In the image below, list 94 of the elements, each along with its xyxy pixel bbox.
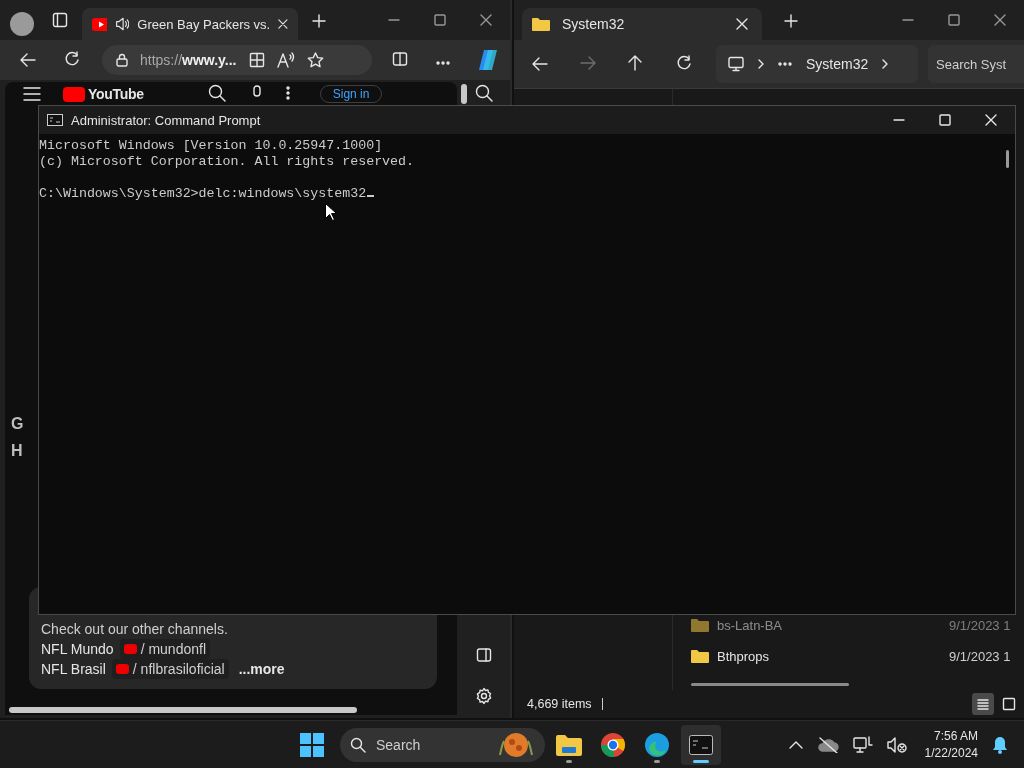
star-icon[interactable]	[306, 52, 324, 68]
console-icon	[689, 734, 713, 755]
profile-avatar[interactable]	[10, 12, 34, 36]
video-title-fragment: H	[11, 441, 23, 461]
chevron-right-icon	[882, 59, 889, 69]
tiles-view-icon	[1001, 696, 1017, 712]
edge-icon	[645, 732, 669, 757]
back-icon[interactable]	[532, 57, 548, 71]
file-name: bs-Latn-BA	[717, 617, 783, 633]
vertical-scrollbar[interactable]	[1006, 150, 1009, 168]
maximize-icon[interactable]	[948, 14, 960, 26]
search-field[interactable]: Search Syst	[928, 45, 1024, 83]
details-view-button[interactable]	[972, 693, 994, 715]
chrome-icon	[601, 732, 625, 757]
channel-name: NFL Mundo	[41, 640, 114, 659]
file-name: Bthprops	[717, 648, 770, 664]
channel-link[interactable]: / nflbrasiloficial	[111, 659, 229, 679]
refresh-icon[interactable]	[64, 50, 80, 67]
folder-icon	[691, 618, 709, 632]
start-icon[interactable]	[300, 732, 324, 757]
channel-link[interactable]: / mundonfl	[119, 639, 210, 659]
details-view-icon	[975, 696, 991, 712]
app-add-icon[interactable]	[248, 52, 265, 68]
speaker-icon	[114, 16, 130, 32]
close-icon[interactable]	[736, 18, 748, 30]
horizontal-scrollbar[interactable]	[9, 707, 357, 713]
youtube-logo[interactable]: YouTube	[63, 86, 144, 102]
more-icon[interactable]	[436, 60, 450, 65]
tab-title: Green Bay Packers vs.	[137, 16, 271, 32]
plus-icon[interactable]	[784, 14, 798, 28]
decorative-illustration	[497, 730, 535, 759]
channel-name: NFL Brasil	[41, 660, 106, 679]
youtube-icon	[92, 17, 107, 31]
up-icon[interactable]	[628, 54, 642, 71]
bell-icon[interactable]	[992, 735, 1008, 754]
plus-icon[interactable]	[312, 14, 326, 28]
file-date: 9/1/2023 1	[949, 648, 1012, 664]
horizontal-scrollbar[interactable]	[691, 683, 849, 686]
monitor-icon	[728, 56, 744, 72]
cloud-offline-icon[interactable]	[816, 736, 839, 753]
taskbar-search[interactable]: Search	[340, 727, 545, 762]
file-row[interactable]: Bthprops 9/1/2023 1	[691, 647, 1024, 665]
more-icon[interactable]	[778, 62, 792, 66]
maximize-icon[interactable]	[434, 14, 446, 26]
console-line: Microsoft Windows [Version 10.0.25947.1000]	[39, 138, 383, 154]
more-vertical-icon[interactable]	[285, 85, 290, 100]
chevron-right-icon	[758, 59, 764, 69]
tab-title: System32	[562, 16, 626, 32]
forward-icon[interactable]	[580, 55, 596, 70]
console-command: C:\Windows\System32>delc:windows\system32	[39, 186, 367, 201]
maximize-icon[interactable]	[939, 114, 951, 126]
address-bar[interactable]: System32	[716, 45, 918, 83]
search-icon[interactable]	[207, 83, 226, 102]
copilot-icon[interactable]	[476, 49, 500, 71]
lock-icon	[116, 53, 128, 67]
settings-icon[interactable]	[474, 687, 493, 705]
folder-icon	[691, 649, 709, 663]
refresh-icon[interactable]	[676, 54, 692, 71]
description-text: Check out our other channels.	[41, 620, 229, 639]
chevron-up-icon[interactable]	[788, 740, 803, 749]
clock[interactable]: 7:56 AM 1/22/2024	[924, 727, 978, 762]
folder-icon	[532, 17, 550, 31]
taskbar-app[interactable]	[681, 724, 721, 765]
close-icon[interactable]	[985, 114, 997, 126]
vertical-scrollbar[interactable]	[461, 84, 467, 104]
console-line: (c) Microsoft Corporation. All rights reserved.	[39, 154, 415, 170]
close-icon[interactable]	[480, 14, 492, 26]
tab-actions-icon[interactable]	[52, 12, 68, 28]
search-icon	[350, 736, 366, 753]
more-link[interactable]: ...more	[238, 659, 285, 679]
folder-icon	[556, 733, 582, 756]
muted-speaker-icon[interactable]	[886, 735, 907, 754]
url-text: https://www.y...	[140, 52, 237, 68]
mouse-pointer-icon	[325, 203, 336, 221]
sidebar-icon[interactable]	[475, 647, 492, 663]
back-icon[interactable]	[20, 53, 36, 67]
text-cursor	[367, 195, 375, 197]
split-screen-icon[interactable]	[392, 50, 408, 67]
network-icon[interactable]	[852, 735, 873, 754]
file-date: 9/1/2023 1	[949, 617, 1012, 633]
video-title-fragment: G	[11, 414, 23, 434]
address-bar[interactable]: https://www.y...	[102, 45, 372, 75]
search-icon[interactable]	[474, 84, 493, 102]
browser-tab[interactable]: Green Bay Packers vs.	[82, 8, 298, 40]
breadcrumb-item[interactable]: System32	[806, 56, 869, 72]
close-icon[interactable]	[278, 18, 288, 30]
read-aloud-icon[interactable]	[276, 52, 295, 68]
close-icon[interactable]	[994, 14, 1006, 26]
console-icon	[47, 114, 63, 126]
item-count: 4,669 items	[527, 697, 592, 711]
file-row[interactable]: bs-Latn-BA 9/1/2023 1	[691, 616, 1024, 634]
window-title: Administrator: Command Prompt	[71, 112, 261, 128]
menu-icon[interactable]	[23, 87, 41, 101]
explorer-tab[interactable]: System32	[522, 8, 762, 40]
